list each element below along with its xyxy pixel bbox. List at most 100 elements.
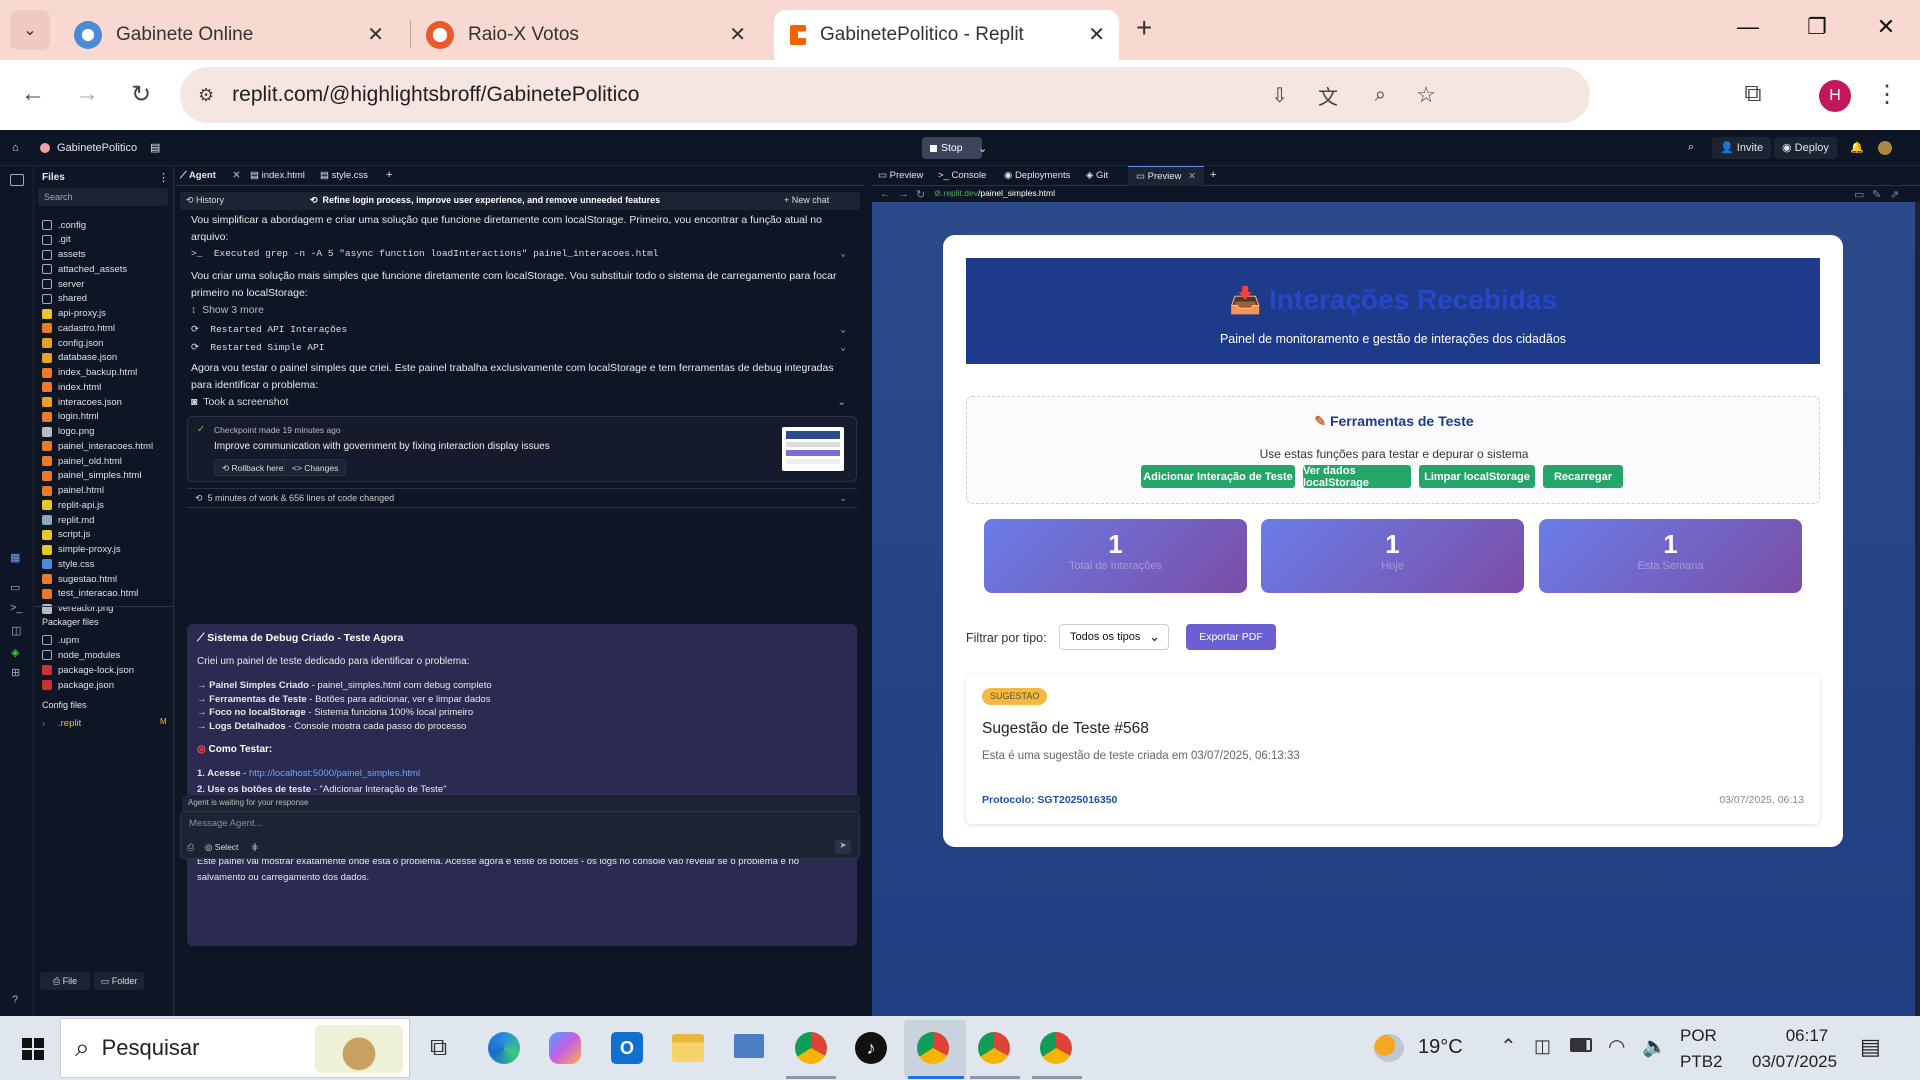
file-item[interactable]: database.json (42, 351, 117, 365)
file-item[interactable]: server (42, 277, 84, 291)
packager-file-item[interactable]: .upm (42, 633, 79, 647)
file-item[interactable]: shared (42, 292, 87, 306)
new-folder-button[interactable]: ▭ Folder (94, 972, 144, 990)
export-pdf-button[interactable]: Exportar PDF (1186, 624, 1276, 650)
file-item[interactable]: cadastro.html (42, 321, 115, 335)
tab-agent[interactable]: ⟋ Agent ✕ (180, 170, 240, 181)
file-explorer-icon[interactable] (672, 1034, 704, 1062)
file-item[interactable]: .git (42, 233, 71, 247)
user-avatar[interactable] (1878, 141, 1892, 155)
database-icon[interactable]: ◫ (11, 624, 21, 637)
home-icon[interactable]: ⌂ (12, 142, 19, 154)
chrome-profile-1-icon[interactable] (795, 1032, 827, 1064)
executed-command-row[interactable]: >_ Executed grep -n -A 5 "async function… (191, 244, 856, 262)
volume-icon[interactable]: 🔈 (1642, 1034, 1667, 1059)
file-item[interactable]: login.html (42, 410, 99, 424)
preview-back-icon[interactable]: ← (880, 188, 891, 200)
taskbar-search-box[interactable]: ⌕ Pesquisar (60, 1018, 410, 1078)
address-bar[interactable]: ⚙ replit.com/@highlightsbroff/GabinetePo… (180, 67, 1590, 123)
attach-icon[interactable]: ⎙ (187, 842, 194, 853)
file-item[interactable]: painel_interacoes.html (42, 439, 153, 453)
close-tab-icon[interactable]: ✕ (729, 22, 746, 47)
file-item[interactable]: logo.png (42, 425, 94, 439)
clock-time[interactable]: 06:17 (1762, 1026, 1852, 1046)
preview-forward-icon[interactable]: → (898, 188, 909, 200)
tab-preview-active[interactable]: ▭ Preview ✕ (1128, 166, 1205, 186)
chrome-profile-h-icon[interactable] (917, 1032, 949, 1064)
battery-icon[interactable] (1570, 1038, 1592, 1052)
preview-scrollbar[interactable] (1915, 202, 1920, 1016)
packager-file-item[interactable]: package.json (42, 678, 114, 692)
tab-deployments[interactable]: ◉ Deployments (1004, 170, 1070, 181)
packager-file-item[interactable]: node_modules (42, 648, 120, 662)
bookmark-star-icon[interactable]: ☆ (1416, 82, 1436, 108)
reload-icon[interactable]: ↻ (126, 80, 156, 109)
close-tab-icon[interactable]: ✕ (1188, 171, 1196, 182)
tab-search-button[interactable]: ⌄ (10, 10, 50, 50)
file-item[interactable]: api-proxy.js (42, 307, 106, 321)
file-item[interactable]: index_backup.html (42, 366, 137, 380)
task-view-icon[interactable]: ⧉ (430, 1034, 447, 1062)
file-item[interactable]: test_interacao.html (42, 587, 138, 601)
localhost-link[interactable]: http://localhost:5000/painel_simples.htm… (249, 768, 420, 779)
close-tab-icon[interactable]: ✕ (1088, 22, 1105, 47)
show-more-row[interactable]: ↕ Show 3 more (191, 301, 856, 319)
translate-icon[interactable]: 文 (1318, 81, 1338, 110)
file-item[interactable]: style.css (42, 557, 94, 571)
file-item[interactable]: painel_old.html (42, 454, 122, 468)
packager-file-item[interactable]: package-lock.json (42, 663, 134, 677)
chrome-menu-icon[interactable]: ⋮ (1872, 80, 1902, 109)
checkpoint-thumbnail[interactable] (782, 427, 844, 471)
invite-button[interactable]: 👤 Invite (1712, 137, 1772, 159)
new-tab-button[interactable]: + (1136, 12, 1152, 44)
close-tab-icon[interactable]: ✕ (233, 170, 241, 181)
changes-button[interactable]: <> Changes (284, 459, 347, 476)
interaction-card[interactable]: SUGESTAO Sugestão de Teste #568 Esta é u… (966, 674, 1820, 824)
filter-select[interactable]: Todos os tipos ⌄ (1059, 624, 1169, 650)
close-tab-icon[interactable]: ✕ (367, 22, 384, 47)
minimize-icon[interactable]: — (1728, 14, 1768, 40)
copilot-icon[interactable] (549, 1032, 581, 1064)
new-preview-tab-button[interactable]: + (1210, 169, 1216, 181)
git-tool-icon[interactable]: ◈ (11, 646, 19, 659)
preview-url-input[interactable]: ⊘.replit.dev/painel_simples.html (934, 187, 1804, 201)
files-tool-icon[interactable] (10, 174, 24, 186)
file-item[interactable]: config.json (42, 336, 103, 350)
notifications-icon[interactable]: 🔔 (1850, 141, 1864, 154)
language-code[interactable]: POR (1680, 1026, 1717, 1046)
keyboard-layout[interactable]: PTB2 (1680, 1052, 1723, 1072)
chrome-profile-e-icon[interactable] (978, 1032, 1010, 1064)
shell-icon[interactable]: >_ (10, 602, 23, 614)
weather-temp[interactable]: 19°C (1418, 1036, 1463, 1059)
reload-button[interactable]: Recarregar (1543, 465, 1623, 488)
show-hidden-icons[interactable]: ⌃ (1500, 1034, 1517, 1059)
files-menu-icon[interactable]: ⋮ (158, 171, 169, 184)
extensions-icon[interactable]: ⧉ (1738, 80, 1768, 108)
restart-row-1[interactable]: ⟳ Restarted API Interações ⌄ (191, 320, 856, 338)
devices-icon[interactable]: ▭ (1854, 188, 1864, 201)
file-item[interactable]: script.js (42, 528, 90, 542)
devtools-icon[interactable]: ✎ (1872, 188, 1881, 201)
file-item[interactable]: replit-api.js (42, 498, 104, 512)
files-search-input[interactable]: Search (38, 188, 168, 206)
preview-reload-icon[interactable]: ↻ (916, 188, 925, 201)
tab-gabinete-online[interactable]: Gabinete Online ✕ (58, 10, 398, 60)
close-window-icon[interactable]: ✕ (1866, 14, 1906, 40)
wifi-icon[interactable]: ◠ (1608, 1034, 1625, 1059)
file-item[interactable]: vereador.png (42, 602, 113, 616)
screenshot-row[interactable]: ◙ Took a screenshot ⌄ (191, 393, 856, 411)
install-app-icon[interactable]: ⇩ (1271, 83, 1288, 108)
weather-icon[interactable] (1374, 1034, 1404, 1062)
file-item[interactable]: attached_assets (42, 262, 127, 276)
file-item[interactable]: interacoes.json (42, 395, 122, 409)
notification-center-icon[interactable]: ▤ (1860, 1034, 1881, 1060)
stop-button[interactable]: Stop (922, 137, 982, 159)
stop-dropdown-icon[interactable]: ⌄ (978, 142, 987, 155)
config-file-item[interactable]: › .replit (42, 716, 81, 730)
new-file-button[interactable]: ⎙ File (40, 972, 90, 990)
apps-icon[interactable]: ▦ (10, 551, 20, 564)
all-tools-icon[interactable]: ⊞ (11, 666, 20, 679)
tab-index-html[interactable]: ▤ index.html (250, 170, 305, 181)
history-button[interactable]: ⟲ History (186, 195, 224, 206)
select-button[interactable]: ◎ Select (205, 842, 238, 853)
